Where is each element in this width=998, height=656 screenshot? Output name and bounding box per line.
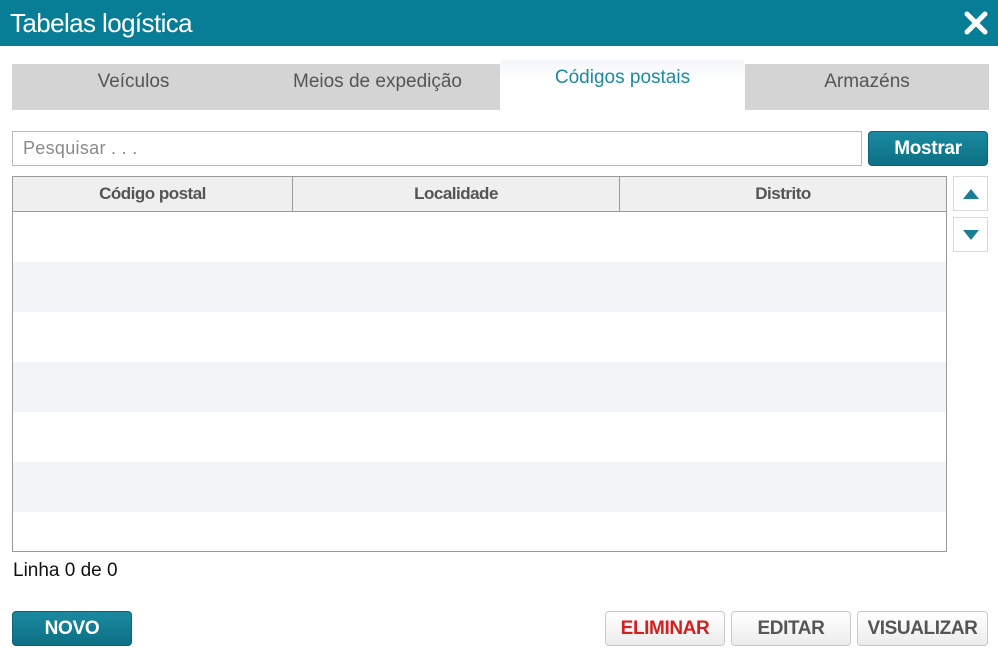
title-bar: Tabelas logística (0, 0, 998, 46)
table-row (13, 262, 946, 312)
tab-armazens[interactable]: Armazéns (745, 64, 989, 110)
triangle-down-icon (963, 230, 979, 240)
window-title: Tabelas logística (10, 8, 193, 38)
table-row (13, 312, 946, 362)
table-header: Código postal Localidade Distrito (13, 177, 946, 212)
close-icon[interactable] (962, 9, 990, 37)
tab-codigos-postais[interactable]: Códigos postais (500, 60, 745, 110)
tab-meios-de-expedicao[interactable]: Meios de expedição (255, 64, 500, 110)
view-button[interactable]: VISUALIZAR (857, 611, 988, 646)
table-row (13, 212, 946, 262)
scroll-down-button[interactable] (953, 217, 988, 252)
delete-button[interactable]: ELIMINAR (605, 611, 725, 646)
tab-bar: Veículos Meios de expedição Códigos post… (12, 60, 989, 110)
new-button[interactable]: NOVO (12, 611, 132, 646)
column-header-postal-code[interactable]: Código postal (13, 177, 293, 211)
results-table: Código postal Localidade Distrito (12, 176, 947, 552)
tab-veiculos[interactable]: Veículos (12, 64, 255, 110)
column-header-locality[interactable]: Localidade (293, 177, 620, 211)
triangle-up-icon (963, 189, 979, 199)
edit-button[interactable]: EDITAR (731, 611, 851, 646)
table-row (13, 412, 946, 462)
table-row (13, 462, 946, 512)
scroll-up-button[interactable] (953, 176, 988, 211)
search-input[interactable] (12, 131, 862, 166)
show-button[interactable]: Mostrar (868, 131, 988, 166)
table-row (13, 512, 946, 551)
row-count-status: Linha 0 de 0 (13, 560, 118, 581)
table-row (13, 362, 946, 412)
column-header-district[interactable]: Distrito (620, 177, 946, 211)
